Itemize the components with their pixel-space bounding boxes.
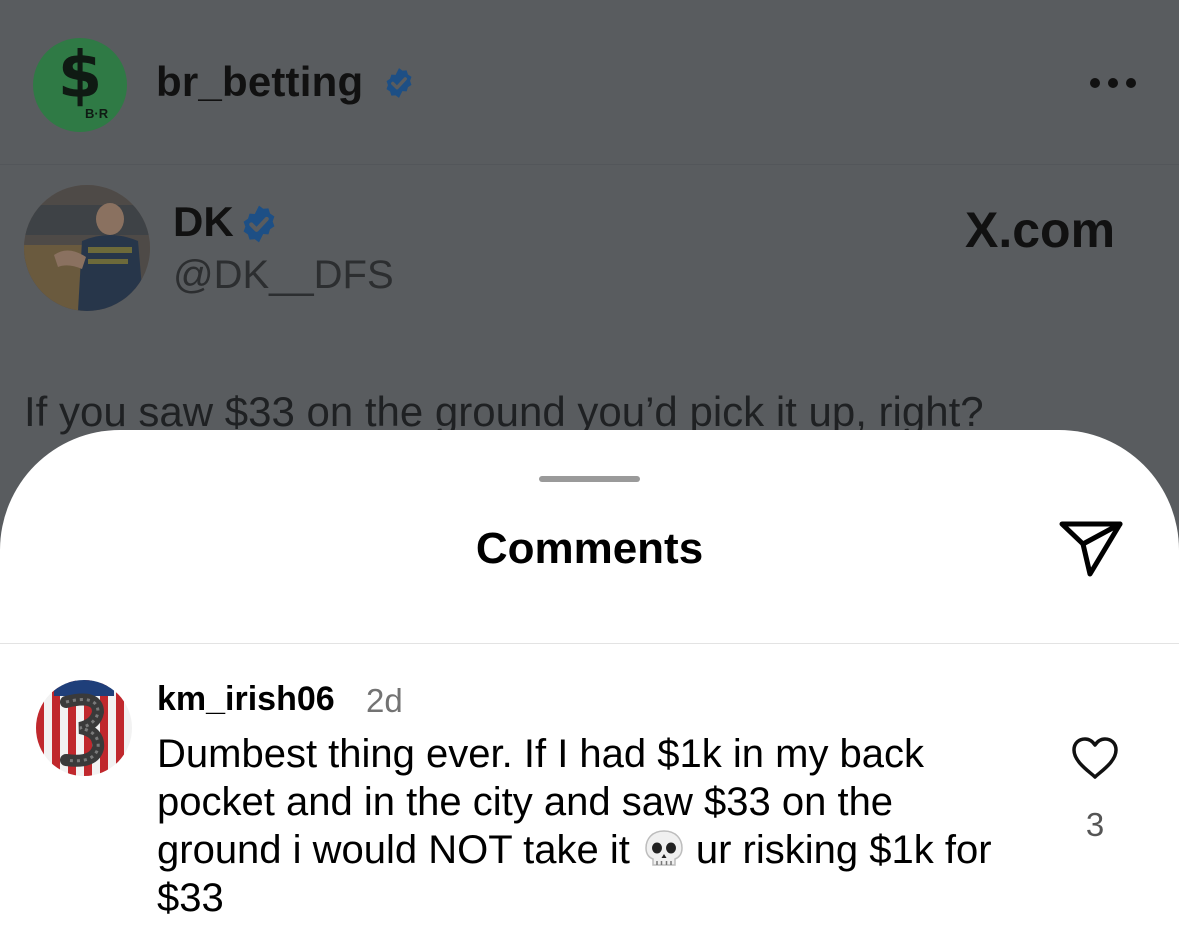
account-username[interactable]: br_betting xyxy=(156,58,363,106)
tweet-text: If you saw $33 on the ground you’d pick … xyxy=(24,388,984,435)
skull-emoji-icon xyxy=(645,830,683,866)
sheet-drag-handle[interactable] xyxy=(539,476,640,482)
post-header: $ B·R br_betting xyxy=(0,0,1179,165)
source-label: X.com xyxy=(965,202,1116,258)
commenter-avatar[interactable] xyxy=(36,680,132,776)
tweet-author-avatar xyxy=(24,185,150,311)
send-share-icon[interactable] xyxy=(1056,518,1126,580)
dollar-logo-icon: $ xyxy=(57,39,103,113)
like-count: 3 xyxy=(1085,806,1105,843)
verified-badge-icon xyxy=(386,68,412,98)
comment-text: Dumbest thing ever. If I had $1k in my b… xyxy=(157,730,1017,922)
tweet-author-name: DK xyxy=(173,198,234,245)
more-horizontal-icon[interactable] xyxy=(1086,68,1140,98)
comment-item: km_irish06 2d Dumbest thing ever. If I h… xyxy=(0,670,1179,932)
commenter-username[interactable]: km_irish06 xyxy=(157,680,335,719)
sheet-title: Comments xyxy=(475,524,704,573)
comment-timestamp: 2d xyxy=(366,682,403,719)
tweet-author-handle: @DK__DFS xyxy=(173,253,394,297)
heart-icon[interactable] xyxy=(1070,735,1120,781)
comments-sheet: Comments km_irish06 2d Dumbest thing eve… xyxy=(0,430,1179,932)
sheet-divider xyxy=(0,643,1179,644)
verified-badge-icon xyxy=(243,205,275,243)
br-logo-text: B·R xyxy=(85,106,109,121)
account-avatar[interactable]: $ B·R xyxy=(33,38,127,132)
